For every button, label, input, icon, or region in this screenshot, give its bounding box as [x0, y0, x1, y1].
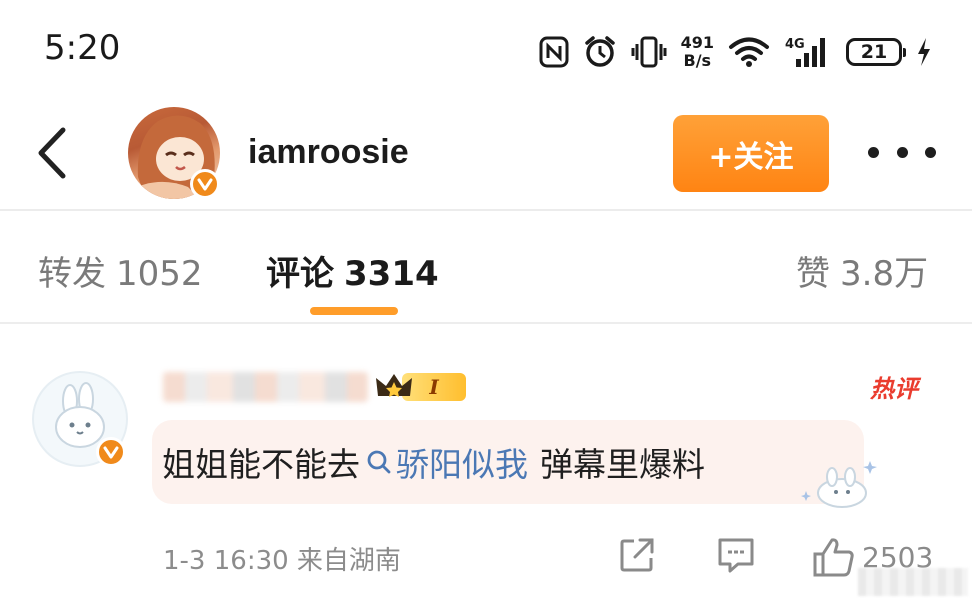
watermark — [858, 568, 968, 596]
more-dot-icon — [868, 146, 879, 158]
commenter-name-row: I — [163, 367, 472, 407]
reply-button[interactable] — [716, 536, 756, 574]
more-dot-icon — [925, 146, 936, 158]
active-tab-indicator — [310, 307, 398, 315]
tab-reposts[interactable]: 转发 1052 — [38, 246, 203, 295]
network-speed: 491 B/s — [681, 34, 714, 70]
commenter-name-blurred[interactable] — [163, 372, 368, 402]
author-avatar[interactable] — [128, 107, 224, 203]
tab-likes[interactable]: 赞 3.8万 — [796, 246, 928, 295]
tabs-divider — [0, 322, 972, 324]
thumbs-up-icon — [813, 538, 854, 577]
bubble-sticker-icon — [800, 455, 884, 511]
hot-comment-badge: 热评 — [870, 375, 918, 403]
topic-link-label: 骄阳似我 — [396, 445, 528, 484]
tab-reposts-label: 转发 — [38, 254, 106, 294]
search-icon — [366, 449, 392, 475]
battery-icon: 21 — [846, 38, 906, 66]
more-dot-icon — [896, 146, 908, 158]
more-options-button[interactable] — [868, 130, 936, 174]
crown-icon — [376, 374, 412, 397]
alarm-icon — [583, 35, 617, 69]
comment-meta: 1-3 16:30 来自湖南 — [163, 546, 401, 576]
tab-likes-label: 赞 — [796, 254, 830, 294]
network-speed-unit: B/s — [683, 51, 712, 70]
verified-badge-icon — [190, 169, 220, 199]
tab-reposts-count: 1052 — [116, 254, 203, 294]
weibo-comments-page: 5:20 491 B/s 4G 21 iamroosie +关注 转发 1052… — [0, 0, 972, 602]
back-button[interactable] — [30, 122, 74, 184]
signal-type-label: 4G — [785, 37, 805, 52]
tab-comments-label: 评论 — [266, 254, 334, 294]
comment-icon — [718, 538, 754, 573]
author-username[interactable]: iamroosie — [248, 133, 409, 172]
follow-button[interactable]: +关注 — [673, 115, 829, 192]
share-icon — [620, 538, 654, 572]
share-button[interactable] — [618, 536, 656, 574]
battery-level: 21 — [860, 41, 888, 63]
chevron-left-icon — [38, 127, 66, 179]
cellular-signal-icon: 4G — [784, 35, 832, 69]
comment-text-after: 弹幕里爆料 — [540, 445, 705, 484]
tab-likes-count: 3.8万 — [840, 254, 929, 294]
wifi-icon — [728, 36, 770, 68]
comment-text-before: 姐姐能不能去 — [162, 445, 360, 484]
commenter-avatar[interactable] — [32, 371, 132, 471]
comment-text: 姐姐能不能去 骄阳似我 弹幕里爆料 — [162, 438, 705, 486]
vip-badge[interactable]: I — [374, 370, 472, 404]
tab-comments-count: 3314 — [344, 254, 439, 294]
commenter-verified-badge-icon — [96, 437, 126, 467]
status-icons: 491 B/s 4G 21 — [539, 30, 932, 74]
nfc-icon — [539, 36, 569, 68]
vibrate-icon — [631, 35, 667, 69]
network-speed-value: 491 — [680, 33, 714, 52]
status-time: 5:20 — [44, 28, 121, 68]
topic-link[interactable]: 骄阳似我 — [366, 438, 528, 486]
tab-comments[interactable]: 评论 3314 — [266, 246, 439, 295]
charging-icon — [916, 37, 932, 67]
header-divider — [0, 209, 972, 211]
